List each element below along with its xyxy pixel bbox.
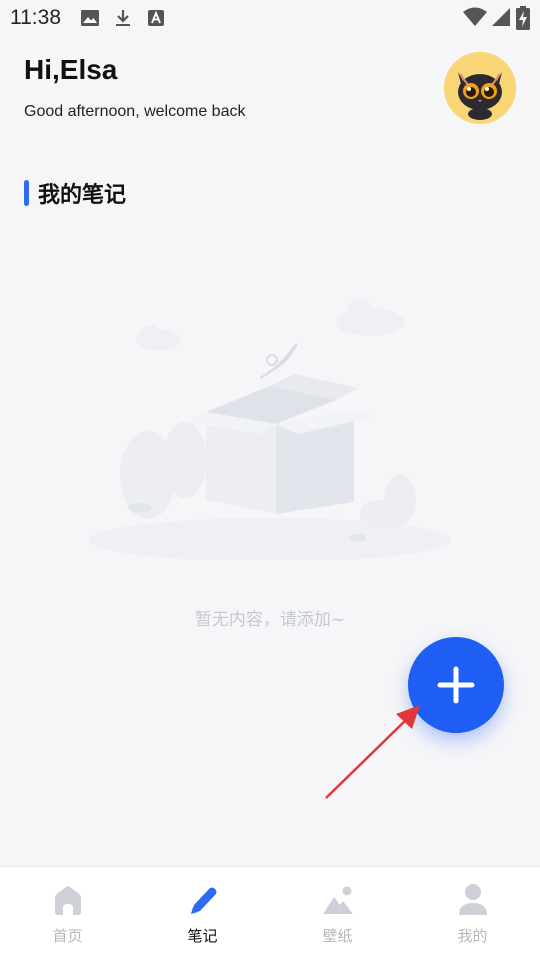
wifi-icon xyxy=(463,7,487,26)
battery-charging-icon xyxy=(516,6,530,30)
avatar[interactable] xyxy=(444,52,516,124)
bottom-nav: 首页 笔记 壁纸 我的 xyxy=(0,866,540,960)
signal-icon xyxy=(492,8,510,26)
status-bar: 11:38 xyxy=(0,0,540,36)
greeting-title: Hi,Elsa xyxy=(24,54,118,85)
nav-label-mine: 我的 xyxy=(457,927,488,945)
black-cat-avatar-icon xyxy=(444,52,516,124)
nav-item-mine[interactable]: 我的 xyxy=(405,867,540,960)
home-icon xyxy=(54,886,81,915)
empty-box-illustration-icon xyxy=(88,300,452,560)
nav-item-home[interactable]: 首页 xyxy=(0,867,135,960)
nav-item-notes[interactable]: 笔记 xyxy=(135,867,270,960)
mountain-image-icon xyxy=(322,886,353,914)
nav-label-wallpaper: 壁纸 xyxy=(322,927,353,945)
status-time: 11:38 xyxy=(10,6,61,29)
person-icon xyxy=(458,884,487,915)
nav-label-home: 首页 xyxy=(52,927,83,945)
plus-icon xyxy=(437,666,475,704)
pen-icon xyxy=(190,887,216,914)
section-accent-bar xyxy=(24,180,29,206)
nav-item-wallpaper[interactable]: 壁纸 xyxy=(270,867,405,960)
section-title: 我的笔记 xyxy=(38,183,127,208)
empty-state-text: 暂无内容，请添加~ xyxy=(194,610,346,630)
image-icon xyxy=(81,10,99,26)
download-icon xyxy=(116,10,130,26)
nav-label-notes: 笔记 xyxy=(187,927,218,945)
add-note-button[interactable] xyxy=(408,637,504,733)
greeting-subtitle: Good afternoon, welcome back xyxy=(24,103,246,120)
section-header: 我的笔记 xyxy=(24,178,126,208)
font-icon xyxy=(148,10,164,26)
